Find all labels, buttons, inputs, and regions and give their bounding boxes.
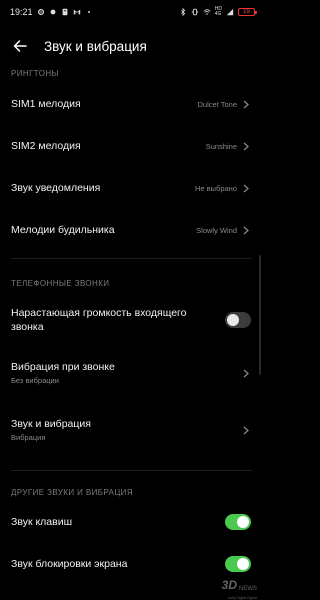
increasing-volume-toggle[interactable] (225, 312, 251, 328)
arrow-left-icon (13, 40, 27, 52)
network-type-tag: HD 4G (215, 7, 222, 17)
chevron-right-icon (241, 368, 251, 378)
increasing-volume-text: Нарастающая громкость входящего звонка (11, 307, 187, 333)
lock-sound-title: Звук блокировки экрана (11, 558, 128, 570)
more-dots-icon (87, 11, 90, 13)
lock-sound-row[interactable]: Звук блокировки экрана (0, 551, 263, 577)
watermark-big: 3D (221, 578, 237, 592)
status-time: 19:21 (10, 7, 33, 17)
vibration-on-call-row[interactable]: Вибрация при звонке Без вибрации (0, 356, 263, 390)
sim1-ringtone-value: Dulcet Tone (197, 99, 237, 109)
toggle-knob (237, 516, 249, 528)
battery-level: 19 (243, 9, 250, 15)
increasing-volume-title-line2: звонка (11, 321, 44, 333)
section-divider (11, 258, 252, 259)
sound-and-vibration-text: Звук и вибрация Вибрация (11, 418, 91, 442)
sim2-ringtone-title: SIM2 мелодия (11, 140, 81, 152)
vibration-on-call-subtitle: Без вибрации (11, 376, 59, 385)
notification-sound-title: Звук уведомления (11, 182, 101, 194)
status-bar: 19:21 HD 4G 19 (0, 0, 263, 24)
settings-gear-icon (37, 8, 44, 16)
toggle-knob (227, 314, 239, 326)
page-title: Звук и вибрация (44, 38, 147, 54)
vibration-on-call-text: Вибрация при звонке Без вибрации (11, 361, 115, 385)
alarm-ringtone-value: Slowly Wind (196, 225, 237, 235)
sim1-ringtone-title: SIM1 мелодия (11, 98, 81, 110)
scrollbar[interactable] (259, 255, 261, 375)
sim2-ringtone-value: Sunshine (205, 141, 237, 151)
vibrate-icon (191, 8, 198, 16)
status-left: 19:21 (10, 7, 93, 17)
vibration-on-call-title: Вибрация при звонке (11, 361, 115, 373)
alarm-ringtone-row[interactable]: Мелодии будильника Slowly Wind (0, 217, 263, 243)
battery-indicator: 19 (238, 8, 257, 16)
signal-icon (226, 8, 234, 16)
back-button[interactable] (0, 30, 40, 62)
section-label-ringtones: РИНГТОНЫ (11, 69, 60, 78)
chevron-right-icon (241, 425, 251, 435)
key-sound-toggle[interactable] (225, 514, 251, 530)
watermark-sub: Daily Digital Digest (227, 596, 257, 600)
lock-sound-toggle[interactable] (225, 556, 251, 572)
key-sound-row[interactable]: Звук клавиш (0, 509, 263, 535)
increasing-volume-row[interactable]: Нарастающая громкость входящего звонка (0, 303, 263, 337)
section-divider (11, 470, 252, 471)
sound-and-vibration-subtitle: Вибрация (11, 433, 46, 442)
sound-and-vibration-title: Звук и вибрация (11, 418, 91, 430)
sound-and-vibration-row[interactable]: Звук и вибрация Вибрация (0, 413, 263, 447)
watermark-logo: 3D NEWS (222, 578, 257, 592)
chevron-right-icon (241, 99, 251, 109)
increasing-volume-title-line1: Нарастающая громкость входящего (11, 307, 187, 319)
notification-dot-icon (50, 9, 55, 15)
notification-sound-row[interactable]: Звук уведомления Не выбрано (0, 175, 263, 201)
section-label-calls: ТЕЛЕФОННЫЕ ЗВОНКИ (11, 279, 110, 288)
toggle-knob (237, 558, 249, 570)
bluetooth-icon (180, 8, 185, 16)
notification-sound-value: Не выбрано (195, 183, 237, 193)
network-4g-label: 4G (214, 11, 222, 17)
gmail-icon (73, 9, 80, 15)
sim1-ringtone-row[interactable]: SIM1 мелодия Dulcet Tone (0, 91, 263, 117)
header: Звук и вибрация (0, 30, 263, 62)
chevron-right-icon (241, 225, 251, 235)
chevron-right-icon (241, 183, 251, 193)
status-right: HD 4G 19 (179, 7, 257, 17)
section-label-other: ДРУГИЕ ЗВУКИ И ВИБРАЦИЯ (11, 488, 134, 497)
key-sound-title: Звук клавиш (11, 516, 72, 528)
sim2-ringtone-row[interactable]: SIM2 мелодия Sunshine (0, 133, 263, 159)
alarm-ringtone-title: Мелодии будильника (11, 224, 115, 236)
chevron-right-icon (241, 141, 251, 151)
document-icon (62, 8, 67, 16)
wifi-icon (203, 9, 211, 15)
watermark-small: NEWS (239, 586, 257, 592)
